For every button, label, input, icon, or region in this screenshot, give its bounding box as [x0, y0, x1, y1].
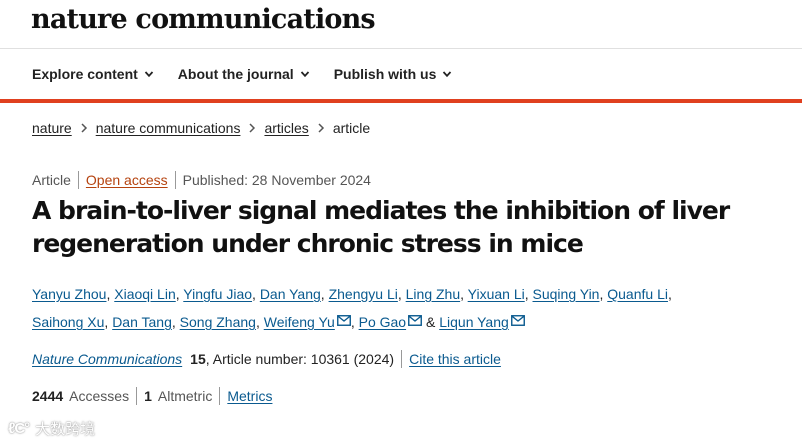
metrics-row: 2444 Accesses 1 Altmetric Metrics	[32, 387, 272, 405]
email-icon[interactable]	[336, 315, 351, 326]
article-meta: Article Open access Published: 28 Novemb…	[32, 171, 371, 189]
nav-explore-content-label: Explore content	[32, 66, 138, 82]
watermark-text: 大数跨境	[35, 421, 96, 438]
watermark-logo: ℓC°	[8, 420, 30, 437]
journal-link[interactable]: Nature Communications	[32, 351, 182, 367]
divider	[401, 350, 403, 368]
divider	[77, 171, 79, 189]
article-number: , Article number: 10361 (2024)	[205, 351, 395, 367]
author-link[interactable]: Suqing Yin	[533, 286, 600, 302]
nav-publish-with-us[interactable]: Publish with us	[334, 66, 453, 82]
open-access-link[interactable]: Open access	[86, 172, 168, 188]
divider	[136, 387, 138, 405]
citation-row: Nature Communications 15 , Article numbe…	[32, 350, 501, 368]
nav-publish-with-us-label: Publish with us	[333, 66, 437, 82]
cite-this-article-link[interactable]: Cite this article	[409, 351, 501, 367]
author-link[interactable]: Yixuan Li	[468, 286, 525, 302]
author-joiner: &	[425, 314, 436, 330]
author-link[interactable]: Dan Tang	[112, 314, 172, 330]
masthead: nature communications	[0, 0, 802, 49]
divider	[219, 387, 221, 405]
breadcrumb-nature-communications[interactable]: nature communications	[96, 120, 241, 136]
breadcrumb: nature nature communications articles ar…	[32, 120, 370, 136]
chevron-down-icon	[300, 71, 309, 78]
article-title: A brain-to-liver signal mediates the inh…	[32, 196, 730, 258]
chevron-right-icon	[249, 123, 256, 133]
author-link[interactable]: Ling Zhu	[406, 286, 460, 302]
accesses-label: Accesses	[69, 388, 130, 404]
nav-about-journal[interactable]: About the journal	[178, 66, 310, 82]
author-link[interactable]: Po Gao	[359, 314, 406, 330]
volume: 15	[190, 351, 206, 367]
altmetric-count: 1	[144, 388, 152, 404]
chevron-down-icon	[443, 71, 452, 78]
author-link[interactable]: Xiaoqi Lin	[114, 286, 176, 302]
breadcrumb-nature[interactable]: nature	[32, 120, 72, 136]
published-date: Published: 28 November 2024	[182, 172, 371, 188]
author-link[interactable]: Song Zhang	[180, 314, 256, 330]
author-link[interactable]: Quanfu Li	[607, 286, 668, 302]
metrics-link[interactable]: Metrics	[227, 388, 272, 404]
divider	[174, 171, 176, 189]
author-link[interactable]: Yingfu Jiao	[183, 286, 252, 302]
breadcrumb-current: article	[332, 120, 371, 136]
nav-about-journal-label: About the journal	[177, 66, 294, 82]
author-link[interactable]: Liqun Yang	[439, 314, 509, 330]
article-type: Article	[32, 172, 71, 188]
altmetric-label: Altmetric	[157, 388, 213, 404]
email-icon[interactable]	[408, 315, 423, 326]
author-list: Yanyu Zhou, Xiaoqi Lin, Yingfu Jiao, Dan…	[32, 286, 672, 330]
chevron-right-icon	[81, 123, 87, 133]
journal-logo[interactable]: nature communications	[31, 4, 376, 35]
author-link[interactable]: Dan Yang	[260, 286, 321, 302]
accesses-count: 2444	[32, 388, 64, 404]
author-link[interactable]: Yanyu Zhou	[32, 286, 106, 302]
main-nav: Explore content About the journal Publis…	[0, 49, 802, 103]
author-link[interactable]: Weifeng Yu	[264, 314, 335, 330]
email-icon[interactable]	[510, 315, 525, 326]
author-link[interactable]: Zhengyu Li	[329, 286, 398, 302]
breadcrumb-articles[interactable]: articles	[264, 120, 308, 136]
nav-explore-content[interactable]: Explore content	[32, 66, 154, 82]
watermark: ℓC° 大数跨境	[8, 418, 95, 439]
chevron-down-icon	[144, 71, 153, 78]
chevron-right-icon	[318, 123, 324, 133]
author-link[interactable]: Saihong Xu	[32, 314, 104, 330]
